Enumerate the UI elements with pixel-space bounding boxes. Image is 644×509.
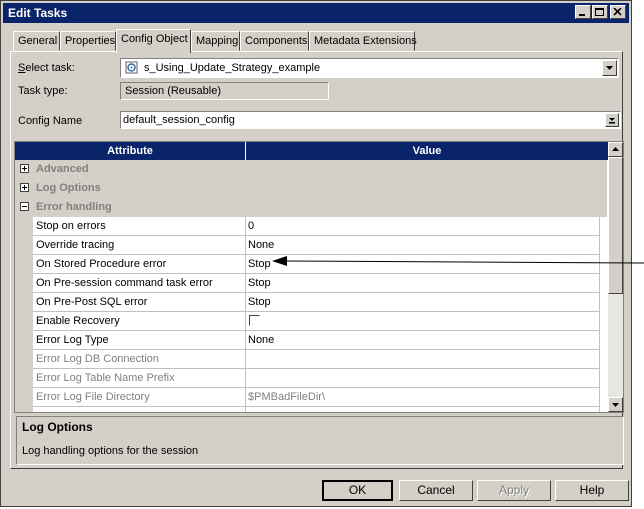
tab-label: Config Object (121, 33, 188, 45)
tab-config-object[interactable]: Config Object (116, 29, 191, 53)
callout-arrow (272, 256, 644, 266)
